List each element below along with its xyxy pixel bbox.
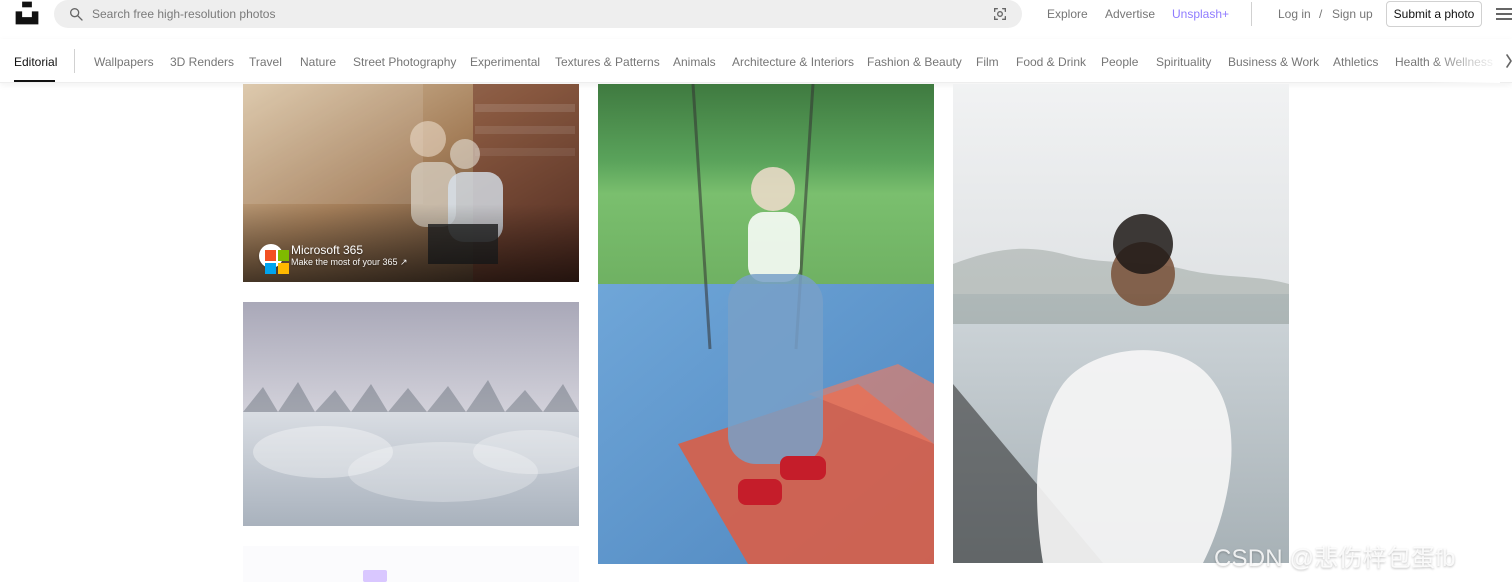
sponsor-name: Microsoft 365	[291, 243, 364, 257]
tab-food-drink[interactable]: Food & Drink	[1016, 55, 1086, 69]
category-bar: Editorial Wallpapers 3D Renders Travel N…	[0, 39, 1512, 83]
tab-travel[interactable]: Travel	[249, 55, 282, 69]
category-divider	[74, 49, 75, 73]
top-header: Explore Advertise Unsplash+ Log in / Sig…	[0, 0, 1512, 28]
tab-animals[interactable]: Animals	[673, 55, 716, 69]
active-tab-underline	[14, 80, 55, 82]
search-icon[interactable]	[68, 6, 84, 22]
tab-nature[interactable]: Nature	[300, 55, 336, 69]
tab-business-work[interactable]: Business & Work	[1228, 55, 1319, 69]
nav-separator: /	[1319, 7, 1323, 21]
tab-athletics[interactable]: Athletics	[1333, 55, 1378, 69]
photo-image	[243, 302, 579, 526]
photo-card[interactable]	[598, 84, 934, 564]
chevron-right-icon[interactable]	[1506, 54, 1512, 68]
nav-signup[interactable]: Sign up	[1332, 7, 1373, 21]
header-divider	[1251, 2, 1252, 26]
photo-image	[243, 546, 579, 582]
tab-film[interactable]: Film	[976, 55, 999, 69]
sponsor-avatar[interactable]	[259, 244, 289, 274]
photo-card[interactable]	[243, 302, 579, 526]
unsplash-logo-icon[interactable]	[14, 0, 40, 26]
tab-experimental[interactable]: Experimental	[470, 55, 540, 69]
tab-people[interactable]: People	[1101, 55, 1138, 69]
nav-unsplash-plus[interactable]: Unsplash+	[1172, 7, 1229, 21]
search-input[interactable]	[90, 4, 990, 24]
sponsor-overlay[interactable]: Microsoft 365 Make the most of your 365 …	[259, 243, 408, 274]
photo-image	[598, 84, 934, 564]
search-bar[interactable]	[54, 0, 1022, 28]
tab-editorial[interactable]: Editorial	[14, 55, 57, 69]
photo-card[interactable]: Microsoft 365 Make the most of your 365 …	[243, 84, 579, 282]
submit-photo-button[interactable]: Submit a photo	[1386, 1, 1482, 27]
tab-textures-patterns[interactable]: Textures & Patterns	[555, 55, 660, 69]
tab-3d-renders[interactable]: 3D Renders	[170, 55, 234, 69]
visual-search-icon[interactable]	[992, 6, 1008, 22]
photo-card[interactable]	[953, 84, 1289, 563]
tab-health-wellness[interactable]: Health & Wellness	[1395, 55, 1493, 69]
microsoft-logo-icon	[265, 250, 289, 274]
tab-fashion-beauty[interactable]: Fashion & Beauty	[867, 55, 962, 69]
tab-architecture-interiors[interactable]: Architecture & Interiors	[732, 55, 854, 69]
nav-advertise[interactable]: Advertise	[1105, 7, 1155, 21]
watermark: CSDN @悲伤梓包蛋fb	[1214, 545, 1456, 572]
tab-spirituality[interactable]: Spirituality	[1156, 55, 1211, 69]
sponsor-text: Microsoft 365 Make the most of your 365 …	[291, 243, 408, 268]
nav-login[interactable]: Log in	[1278, 7, 1311, 21]
photo-card[interactable]	[243, 546, 579, 582]
tab-street-photography[interactable]: Street Photography	[353, 55, 456, 69]
photo-image	[953, 84, 1289, 563]
nav-explore[interactable]: Explore	[1047, 7, 1088, 21]
menu-icon[interactable]	[1496, 7, 1512, 21]
sponsor-tagline: Make the most of your 365 ↗	[291, 257, 408, 267]
tab-wallpapers[interactable]: Wallpapers	[94, 55, 154, 69]
